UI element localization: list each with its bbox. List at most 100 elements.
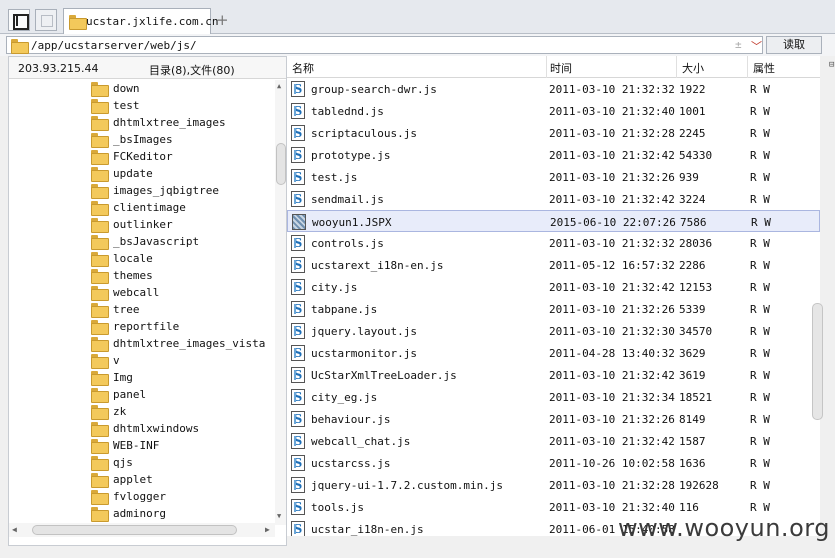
folder-item[interactable]: zk: [91, 403, 276, 420]
scroll-right-icon[interactable]: ▶: [265, 525, 270, 534]
file-row[interactable]: city.js 2011-03-10 21:32:42 12153 R W: [287, 276, 820, 298]
folder-item[interactable]: test: [91, 97, 276, 114]
folder-item[interactable]: WEB-INF: [91, 437, 276, 454]
folder-item[interactable]: _bsJavascript: [91, 233, 276, 250]
file-list-scroll-thumb[interactable]: [812, 303, 823, 420]
file-row[interactable]: sendmail.js 2011-03-10 21:32:42 3224 R W: [287, 188, 820, 210]
file-attr: R W: [750, 237, 770, 250]
tab-ucstar[interactable]: ucstar.jxlife.com.cn: [63, 8, 218, 35]
folder-item[interactable]: fvlogger: [91, 488, 276, 505]
window-icon[interactable]: [35, 9, 57, 31]
folder-item[interactable]: locale: [91, 250, 276, 267]
file-row[interactable]: group-search-dwr.js 2011-03-10 21:32:32 19…: [287, 78, 820, 100]
folder-item[interactable]: themes: [91, 267, 276, 284]
folder-label: fvlogger: [113, 490, 166, 503]
column-separator[interactable]: [546, 56, 547, 78]
scroll-up-icon[interactable]: ▲: [277, 82, 281, 90]
read-button[interactable]: 读取: [766, 36, 822, 54]
file-row[interactable]: behaviour.js 2011-03-10 21:32:26 8149 R W: [287, 408, 820, 430]
folder-item[interactable]: Img: [91, 369, 276, 386]
folder-item[interactable]: panel: [91, 386, 276, 403]
file-time: 2015-06-10 22:07:26: [550, 216, 676, 229]
folder-icon: [91, 507, 109, 522]
folder-item[interactable]: dhtmlxwindows: [91, 420, 276, 437]
file-row[interactable]: jquery-ui-1.7.2.custom.min.js 2011-03-10 …: [287, 474, 820, 496]
folder-item[interactable]: update: [91, 165, 276, 182]
column-name[interactable]: 名称: [292, 60, 314, 76]
column-time[interactable]: 时间: [550, 60, 572, 76]
watermark: www.wooyun.org: [618, 514, 830, 542]
folder-item[interactable]: qjs: [91, 454, 276, 471]
file-row[interactable]: city_eg.js 2011-03-10 21:32:34 18521 R W: [287, 386, 820, 408]
js-file-icon: [291, 499, 305, 515]
folder-item[interactable]: tree: [91, 301, 276, 318]
folder-icon: [91, 201, 109, 216]
scroll-thumb[interactable]: [276, 143, 286, 185]
folder-item[interactable]: outlinker: [91, 216, 276, 233]
column-separator[interactable]: [747, 56, 748, 78]
folder-item[interactable]: applet: [91, 471, 276, 488]
file-time: 2011-03-10 21:32:42: [549, 149, 675, 162]
path-input[interactable]: /app/ucstarserver/web/js/ ± ﹀: [6, 36, 763, 54]
plus-minus-icon[interactable]: ±: [735, 38, 742, 51]
folder-icon: [91, 133, 109, 148]
file-name: ucstarcss.js: [311, 457, 391, 470]
file-name: jquery-ui-1.7.2.custom.min.js: [311, 479, 504, 492]
file-row[interactable]: prototype.js 2011-03-10 21:32:42 54330 R W: [287, 144, 820, 166]
file-row[interactable]: test.js 2011-03-10 21:32:26 939 R W: [287, 166, 820, 188]
js-file-icon: [291, 235, 305, 251]
folder-item[interactable]: v: [91, 352, 276, 369]
folder-item[interactable]: images_jqbigtree: [91, 182, 276, 199]
folder-item[interactable]: reportfile: [91, 318, 276, 335]
scroll-left-icon[interactable]: ◀: [12, 525, 17, 534]
file-name: group-search-dwr.js: [311, 83, 437, 96]
file-time: 2011-03-10 21:32:26: [549, 413, 675, 426]
folder-icon: [91, 252, 109, 267]
file-row[interactable]: wooyun1.JSPX 2015-06-10 22:07:26 7586 R W: [287, 210, 820, 232]
file-row[interactable]: webcall_chat.js 2011-03-10 21:32:42 1587 R …: [287, 430, 820, 452]
js-file-icon: [291, 257, 305, 273]
folder-icon: [91, 82, 109, 97]
folder-item[interactable]: FCKeditor: [91, 148, 276, 165]
file-row[interactable]: jquery.layout.js 2011-03-10 21:32:30 34570…: [287, 320, 820, 342]
column-separator[interactable]: [676, 56, 677, 78]
chevron-down-icon[interactable]: ﹀: [751, 38, 762, 54]
toggle-sidebar-icon[interactable]: [8, 9, 30, 31]
folder-item[interactable]: webcall: [91, 284, 276, 301]
folder-label: down: [113, 82, 140, 95]
file-attr: R W: [750, 193, 770, 206]
file-name: wooyun1.JSPX: [312, 216, 392, 229]
file-list-panel: 名称 时间 大小 属性 group-search-dwr.js 2011-03-1…: [287, 56, 820, 536]
tree-horizontal-scrollbar[interactable]: ◀ ▶: [9, 523, 275, 537]
file-row[interactable]: tablednd.js 2011-03-10 21:32:40 1001 R W: [287, 100, 820, 122]
file-row[interactable]: ucstarmonitor.js 2011-04-28 13:40:32 3629 R…: [287, 342, 820, 364]
folder-item[interactable]: down: [91, 80, 276, 97]
tree-vertical-scrollbar[interactable]: ▲ ▼: [275, 80, 286, 525]
scroll-down-icon[interactable]: ▼: [277, 512, 281, 520]
file-row[interactable]: scriptaculous.js 2011-03-10 21:32:28 2245 R…: [287, 122, 820, 144]
column-headers: 名称 时间 大小 属性: [287, 56, 820, 78]
add-tab-icon[interactable]: +: [216, 11, 229, 29]
folder-item[interactable]: adminorg: [91, 505, 276, 522]
file-row[interactable]: controls.js 2011-03-10 21:32:32 28036 R W: [287, 232, 820, 254]
folder-item[interactable]: _bsImages: [91, 131, 276, 148]
folder-icon: [91, 184, 109, 199]
file-time: 2011-03-10 21:32:30: [549, 325, 675, 338]
folder-icon: [91, 371, 109, 386]
right-scroll-track[interactable]: [820, 56, 835, 546]
file-name: behaviour.js: [311, 413, 391, 426]
file-attr: R W: [750, 457, 770, 470]
folder-item[interactable]: clientimage: [91, 199, 276, 216]
column-size[interactable]: 大小: [682, 60, 704, 76]
folder-item[interactable]: dhtmlxtree_images: [91, 114, 276, 131]
file-time: 2011-05-12 16:57:32: [549, 259, 675, 272]
file-row[interactable]: ucstarcss.js 2011-10-26 10:02:58 1636 R W: [287, 452, 820, 474]
scroll-thumb[interactable]: [32, 525, 237, 535]
file-row[interactable]: tabpane.js 2011-03-10 21:32:26 5339 R W: [287, 298, 820, 320]
file-name: sendmail.js: [311, 193, 384, 206]
file-row[interactable]: UcStarXmlTreeLoader.js 2011-03-10 21:32:4…: [287, 364, 820, 386]
folder-item[interactable]: dhtmlxtree_images_vista: [91, 335, 276, 352]
file-row[interactable]: ucstarext_i18n-en.js 2011-05-12 16:57:32 2…: [287, 254, 820, 276]
file-name: jquery.layout.js: [311, 325, 417, 338]
column-attr[interactable]: 属性: [753, 60, 775, 76]
